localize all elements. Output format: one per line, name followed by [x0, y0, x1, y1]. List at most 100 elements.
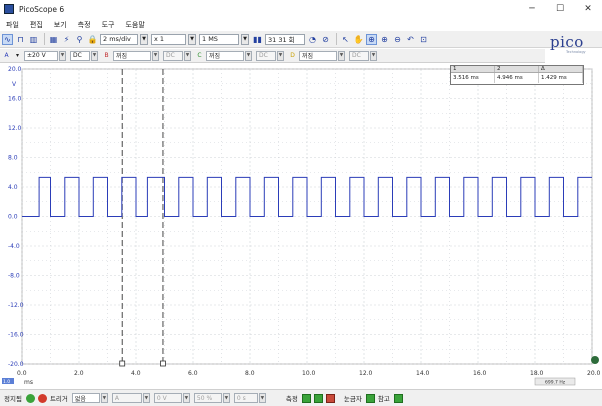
trigger-delay-dropdown-icon[interactable]: ▼: [258, 393, 266, 403]
signal-generator-icon[interactable]: ⚲: [74, 34, 85, 45]
buffer-icon[interactable]: ▮▮: [252, 34, 263, 45]
channel-d-range-dropdown-icon[interactable]: ▼: [338, 50, 345, 61]
menu-measure[interactable]: 측정: [78, 20, 91, 30]
channel-c-range-dropdown-icon[interactable]: ▼: [245, 50, 252, 61]
channel-b-coupling-dropdown-icon[interactable]: ▼: [184, 50, 191, 61]
zoom-dropdown-icon[interactable]: ▼: [188, 33, 196, 45]
channel-b-range-dropdown-icon[interactable]: ▼: [152, 50, 159, 61]
ruler-settings-icon[interactable]: [365, 393, 375, 403]
menu-tools[interactable]: 도구: [102, 20, 115, 30]
edit-measurement-icon[interactable]: [313, 393, 323, 403]
channel-options-icon[interactable]: ▦: [48, 34, 59, 45]
channel-a-badge[interactable]: A: [2, 51, 11, 60]
trigger-level-field[interactable]: 0 V: [153, 393, 182, 403]
channel-d-coupling-dropdown-icon[interactable]: ▼: [370, 50, 377, 61]
y-tick-label: 12.0: [8, 125, 22, 132]
x-tick-label: 20.0: [587, 370, 601, 377]
channel-a-range-dropdown-icon[interactable]: ▼: [59, 50, 66, 61]
channel-d-range[interactable]: 꺼짐: [299, 50, 337, 61]
x-tick-label: 12.0: [359, 370, 373, 377]
hand-tool-icon[interactable]: ✋: [353, 34, 364, 45]
probe-icon[interactable]: ⚡: [61, 34, 72, 45]
capture-count[interactable]: 31 31 회: [265, 33, 305, 45]
menu-view[interactable]: 보기: [54, 20, 67, 30]
undo-zoom-icon[interactable]: ↶: [405, 34, 416, 45]
channel-b-badge[interactable]: B: [102, 51, 111, 60]
trigger-delay-field[interactable]: 0 s: [233, 393, 258, 403]
channel-b-range[interactable]: 꺼짐: [113, 50, 151, 61]
zoom-out-icon[interactable]: ⊖: [392, 34, 403, 45]
y-tick-label: -20.0: [8, 361, 24, 368]
x-tick-label: 0.0: [17, 370, 27, 377]
channel-a-options-icon[interactable]: ▾: [13, 51, 22, 60]
note-icon[interactable]: [393, 393, 403, 403]
samples-select[interactable]: 1 MS: [199, 33, 239, 45]
channel-c-coupling[interactable]: DC: [256, 50, 276, 61]
pico-logo: pico Technology: [542, 33, 598, 59]
ruler-header-delta: Δ: [539, 66, 583, 72]
channel-c-badge[interactable]: C: [195, 51, 204, 60]
scroll-knob-icon: [591, 356, 599, 364]
pointer-tool-icon[interactable]: ↖: [340, 34, 351, 45]
close-button[interactable]: ✕: [574, 0, 602, 18]
x-unit-label: ms: [24, 379, 33, 386]
y-tick-label: 20.0: [8, 66, 22, 73]
ruler-handle-1: [119, 360, 126, 367]
window-title: PicoScope 6: [19, 4, 65, 14]
timebase-select[interactable]: 2 ms/div: [100, 33, 138, 45]
persistence-mode-icon[interactable]: ⊓: [15, 34, 26, 45]
trigger-channel-select[interactable]: A: [111, 393, 142, 403]
scope-chart[interactable]: 20.016.012.08.04.00.0-4.0-8.0-12.0-16.0-…: [0, 63, 602, 389]
y-unit-label: V: [12, 81, 17, 88]
channel-d-badge[interactable]: D: [288, 51, 297, 60]
minimize-button[interactable]: ─: [518, 0, 546, 18]
channel-bar: A ▾ ±20 V ▼ DC ▼ B 꺼짐 ▼ DC ▼ C 꺼짐 ▼ DC ▼…: [0, 49, 545, 63]
channel-a-coupling[interactable]: DC: [70, 50, 90, 61]
scope-view[interactable]: 20.0 16.0 12.0 8.0 4.0 0.0 -4.0 -8.0 -12.0 -16.0-…: [0, 63, 602, 389]
channel-d-coupling[interactable]: DC: [349, 50, 369, 61]
spectrum-mode-icon[interactable]: ▥: [28, 34, 39, 45]
y-tick-label: 0.0: [8, 214, 18, 221]
start-button-icon[interactable]: [25, 393, 35, 403]
channel-b-coupling[interactable]: DC: [163, 50, 183, 61]
zoom-select[interactable]: x 1: [151, 33, 186, 45]
trigger-label: 트리거: [49, 395, 68, 403]
samples-dropdown-icon[interactable]: ▼: [241, 33, 249, 45]
y-tick-label: -4.0: [8, 243, 20, 250]
channel-c-range[interactable]: 꺼짐: [206, 50, 244, 61]
x-tick-label: 2.0: [74, 370, 84, 377]
x-tick-label: 14.0: [416, 370, 430, 377]
trigger-mode-dropdown-icon[interactable]: ▼: [100, 393, 108, 403]
y-tick-label: 8.0: [8, 155, 18, 162]
scope-mode-icon[interactable]: ∿: [2, 33, 13, 45]
trigger-channel-dropdown-icon[interactable]: ▼: [142, 393, 150, 403]
stop-button-icon[interactable]: [37, 393, 47, 403]
zoom-select-icon[interactable]: ⊕: [366, 33, 377, 45]
no-icon[interactable]: ⊘: [320, 34, 331, 45]
menu-edit[interactable]: 편집: [30, 20, 43, 30]
menu-help[interactable]: 도움말: [125, 20, 144, 30]
zoom-fit-icon[interactable]: ⊡: [418, 34, 429, 45]
trigger-position-dropdown-icon[interactable]: ▼: [222, 393, 230, 403]
delete-measurement-icon[interactable]: [325, 393, 335, 403]
frequency-readout: 699.7 Hz: [545, 380, 566, 386]
trigger-position-field[interactable]: 50 %: [193, 393, 222, 403]
ruler-label: 눈금자: [343, 395, 362, 403]
lock-icon[interactable]: 🔒: [87, 34, 98, 45]
zoom-in-icon[interactable]: ⊕: [379, 34, 390, 45]
trigger-mode-select[interactable]: 없음: [71, 393, 100, 403]
ruler-handle-2: [160, 360, 166, 367]
channel-c-coupling-dropdown-icon[interactable]: ▼: [277, 50, 284, 61]
channel-a-range[interactable]: ±20 V: [24, 50, 58, 61]
trigger-level-dropdown-icon[interactable]: ▼: [182, 393, 190, 403]
add-measurement-icon[interactable]: [301, 393, 311, 403]
channel-a-coupling-dropdown-icon[interactable]: ▼: [91, 50, 98, 61]
ruler-header-1: 1: [451, 66, 495, 72]
menu-file[interactable]: 파일: [6, 20, 19, 30]
y-tick-label: 16.0: [8, 96, 22, 103]
maximize-button[interactable]: ☐: [546, 0, 574, 18]
rate-icon[interactable]: ◔: [307, 34, 318, 45]
timebase-dropdown-icon[interactable]: ▼: [140, 33, 148, 45]
title-bar: PicoScope 6 ─ ☐ ✕: [0, 0, 602, 18]
ruler-header-2: 2: [495, 66, 539, 72]
